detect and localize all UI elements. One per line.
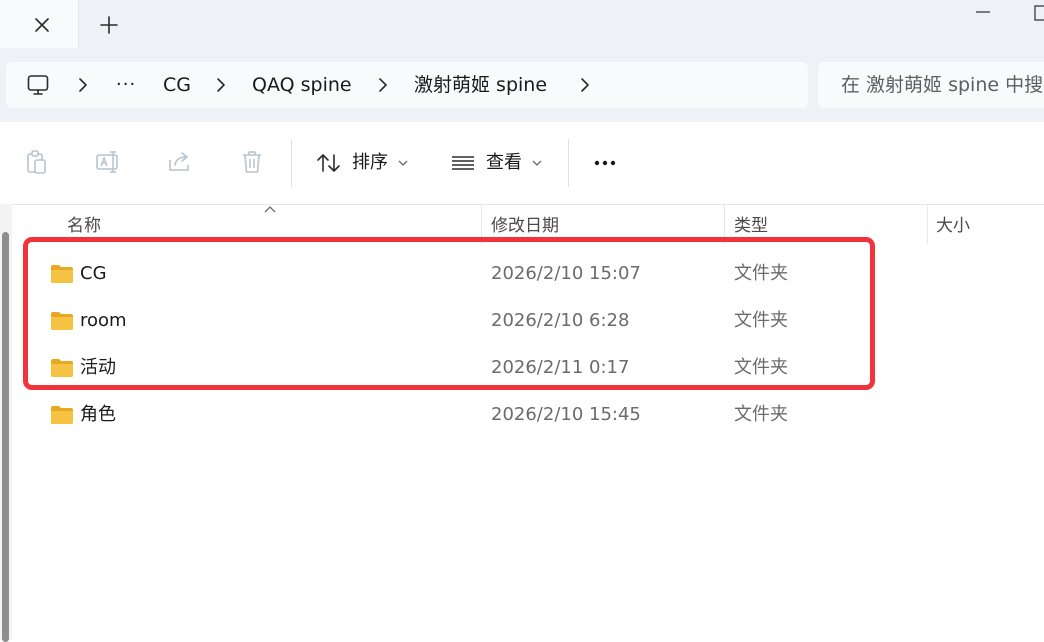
chevron-down-icon [532, 160, 542, 166]
sort-icon [317, 154, 340, 172]
folder-icon [51, 406, 73, 424]
more-icon[interactable] [592, 149, 620, 175]
this-pc-icon[interactable] [26, 73, 50, 97]
title-bar [0, 0, 1044, 48]
sort-ascending-icon [264, 206, 276, 213]
chevron-right-icon[interactable] [376, 76, 390, 94]
column-name[interactable]: 名称 [67, 214, 101, 238]
column-type[interactable]: 类型 [734, 214, 768, 238]
view-icon [452, 156, 474, 170]
breadcrumb-current-folder[interactable]: 激射萌姬 spine [414, 72, 547, 98]
sort-button[interactable]: 排序 [316, 148, 408, 178]
file-name: 角色 [80, 404, 116, 425]
paste-icon[interactable] [22, 148, 50, 176]
breadcrumb-overflow[interactable]: ··· [116, 72, 136, 98]
column-modified[interactable]: 修改日期 [491, 214, 559, 238]
address-bar[interactable]: ··· CG QAQ spine 激射萌姬 spine [6, 62, 808, 108]
chevron-right-icon[interactable] [76, 76, 90, 94]
search-input[interactable]: 在 激射萌姬 spine 中搜 [818, 62, 1044, 108]
share-icon[interactable] [166, 148, 194, 176]
toolbar-divider [568, 139, 569, 187]
highlight-annotation-box [23, 237, 875, 390]
minimize-icon[interactable] [974, 0, 992, 18]
search-placeholder: 在 激射萌姬 spine 中搜 [841, 74, 1044, 96]
view-button[interactable]: 查看 [450, 148, 542, 178]
column-separator[interactable] [927, 204, 928, 244]
file-modified: 2026/2/10 15:45 [491, 404, 641, 425]
toolbar-divider [291, 139, 292, 187]
maximize-icon[interactable] [1033, 0, 1044, 22]
plus-icon[interactable] [97, 13, 121, 37]
breadcrumb-cg[interactable]: CG [163, 72, 191, 98]
rename-icon[interactable] [94, 148, 122, 176]
sort-label: 排序 [352, 152, 388, 173]
breadcrumb-qaq-spine[interactable]: QAQ spine [252, 72, 352, 98]
file-row[interactable]: 角色 2026/2/10 15:45 文件夹 [20, 392, 1044, 438]
chevron-right-icon[interactable] [214, 76, 228, 94]
delete-icon[interactable] [238, 148, 266, 176]
navigation-pane-scrollbar[interactable] [0, 204, 12, 642]
view-label: 查看 [486, 152, 522, 173]
chevron-right-icon[interactable] [578, 76, 592, 94]
navigation-row: ··· CG QAQ spine 激射萌姬 spine 在 激射萌姬 spine… [0, 48, 1044, 122]
chevron-down-icon [398, 160, 408, 166]
scrollbar-thumb[interactable] [2, 232, 9, 642]
column-size[interactable]: 大小 [936, 214, 970, 238]
close-icon[interactable] [30, 13, 54, 37]
command-bar: 排序 查看 [0, 122, 1044, 205]
explorer-tab[interactable] [0, 0, 79, 48]
file-type: 文件夹 [734, 404, 788, 425]
